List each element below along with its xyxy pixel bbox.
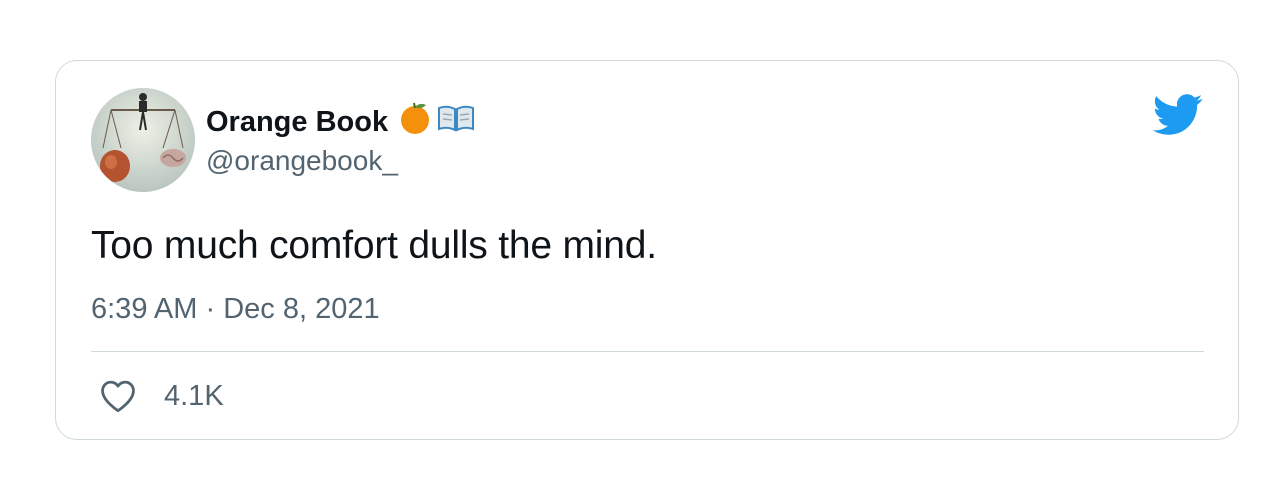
tweet-text: Too much comfort dulls the mind. xyxy=(91,224,657,267)
tweet-card[interactable]: Orange Book @orangebook_ Too much comfor… xyxy=(55,60,1239,440)
author-name-text: Orange Book xyxy=(206,105,389,138)
like-count: 4.1K xyxy=(164,379,224,412)
author-name[interactable]: Orange Book xyxy=(206,101,476,143)
avatar-image xyxy=(91,88,195,192)
open-book-emoji xyxy=(436,103,476,141)
orange-emoji xyxy=(398,101,432,143)
avatar[interactable] xyxy=(91,88,195,192)
author-handle[interactable]: @orangebook_ xyxy=(206,145,398,177)
divider xyxy=(91,351,1204,352)
like-button[interactable]: 4.1K xyxy=(99,379,224,413)
tweet-time: 6:39 AM xyxy=(91,293,198,325)
tweet-timestamp[interactable]: 6:39 AM · Dec 8, 2021 xyxy=(91,293,380,326)
tweet-date: Dec 8, 2021 xyxy=(223,293,380,325)
meta-separator: · xyxy=(205,293,216,325)
twitter-bird-icon[interactable] xyxy=(1152,94,1204,136)
heart-icon xyxy=(101,380,135,413)
